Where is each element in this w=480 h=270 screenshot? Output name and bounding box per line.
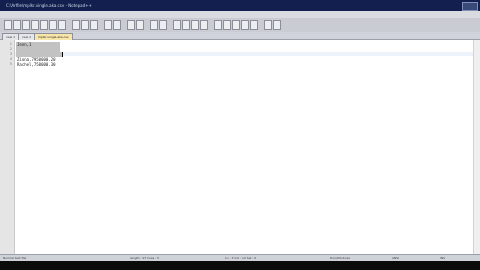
toolbar [0, 18, 480, 33]
vertical-scrollbar[interactable] [473, 40, 480, 254]
new-file-icon[interactable] [4, 20, 12, 30]
text-line[interactable]: 5 Rachel,750000.30 [0, 62, 480, 67]
taskbar [0, 261, 480, 270]
line-text[interactable]: Rachel,750000.30 [17, 62, 56, 67]
play-macro-icon[interactable] [232, 20, 240, 30]
sync-scroll-icon[interactable] [173, 20, 181, 30]
print-icon[interactable] [58, 20, 66, 30]
save-icon[interactable] [22, 20, 30, 30]
window-controls[interactable] [462, 2, 478, 11]
cut-icon[interactable] [72, 20, 80, 30]
title-bar: C:\Arfile\mplkr.vingle.aka.csv - Notepad… [0, 0, 480, 11]
line-number: 5 [9, 62, 12, 66]
tab-new-1[interactable]: new 1 [2, 33, 20, 40]
spellcheck-icon[interactable] [264, 20, 272, 30]
zoom-in-icon[interactable] [150, 20, 158, 30]
record-macro-icon[interactable] [214, 20, 222, 30]
editor-area[interactable]: 1 Jenn,1 2 3 4 Ziona,7950000.20 5 Rachel… [0, 40, 480, 254]
tab-bar: new 1 new 2 mplkr.vingle.aka.csv [0, 32, 480, 40]
close-all-icon[interactable] [49, 20, 57, 30]
paste-icon[interactable] [90, 20, 98, 30]
undo-icon[interactable] [104, 20, 112, 30]
indent-guide-icon[interactable] [200, 20, 208, 30]
zoom-out-icon[interactable] [159, 20, 167, 30]
save-macro-icon[interactable] [250, 20, 258, 30]
word-wrap-icon[interactable] [182, 20, 190, 30]
open-file-icon[interactable] [13, 20, 21, 30]
save-all-icon[interactable] [31, 20, 39, 30]
find-icon[interactable] [127, 20, 135, 30]
copy-icon[interactable] [81, 20, 89, 30]
run-macro-multiple-icon[interactable] [241, 20, 249, 30]
redo-icon[interactable] [113, 20, 121, 30]
close-icon[interactable] [40, 20, 48, 30]
line-number-gutter [0, 40, 15, 254]
replace-icon[interactable] [136, 20, 144, 30]
stop-macro-icon[interactable] [223, 20, 231, 30]
plugin-icon[interactable] [273, 20, 281, 30]
tab-csv-file[interactable]: mplkr.vingle.aka.csv [34, 33, 73, 40]
show-all-chars-icon[interactable] [191, 20, 199, 30]
tab-new-2[interactable]: new 2 [18, 33, 36, 40]
text-caret [62, 52, 63, 57]
window-title: C:\Arfile\mplkr.vingle.aka.csv - Notepad… [6, 3, 92, 8]
